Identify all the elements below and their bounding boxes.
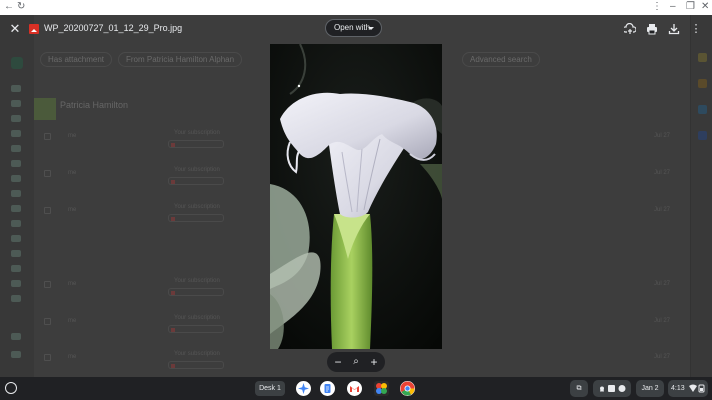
zoom-controls: − ⌕ + [327,352,385,372]
browser-title-bar: ← ↻ ⋮ – ❐ ✕ [0,0,712,15]
row-subject: Your subscription [174,204,220,210]
contacts-icon [698,131,707,140]
sidebar-icon [11,333,21,340]
checkbox [44,170,51,177]
zoom-in-button[interactable]: + [367,354,381,370]
row-date: Jul 27 [653,133,670,139]
checkbox [44,318,51,325]
row-attachment [168,361,224,369]
sidebar-icon [11,160,21,167]
filter-chip: Advanced search [462,52,540,67]
sidebar-icon [11,190,21,197]
filter-chip: From Patricia Hamilton Alphan [118,52,243,67]
sidebar-icon [11,235,21,242]
google-docs-icon[interactable] [320,381,335,396]
checkbox [44,354,51,361]
sidebar-icon [11,130,21,137]
viewer-header: ✕ WP_20200727_01_12_29_Pro.jpg Open with… [0,15,712,45]
assistant-icon[interactable] [296,381,311,396]
row-sender: me [68,281,77,287]
row-sender: me [68,170,77,176]
overview-icon[interactable]: ⧉ [570,380,588,397]
open-with-button[interactable]: Open with [325,19,382,37]
print-icon[interactable] [646,23,658,35]
sidebar-icon [11,265,21,272]
row-sender: me [68,354,77,360]
minimize-icon[interactable]: – [670,1,676,13]
row-subject: Your subscription [174,278,220,284]
back-arrow-icon[interactable]: ← [4,1,14,13]
side-panel-rail [690,15,712,377]
restore-icon[interactable]: ❐ [686,1,695,13]
chrome-icon[interactable] [400,381,415,396]
system-shelf: Desk 1 ⧉ Jan 2 4:13 [0,377,712,400]
row-date: Jul 27 [653,281,670,287]
sidebar-icon [11,85,21,92]
row-date: Jul 27 [653,354,670,360]
file-name: WP_20200727_01_12_29_Pro.jpg [44,23,183,33]
row-attachment [168,325,224,333]
checkbox [44,207,51,214]
filter-chip: Has attachment [40,52,113,67]
launcher-icon[interactable] [5,382,17,394]
add-to-drive-icon[interactable] [622,22,637,35]
more-options-icon[interactable]: ⋮ [690,23,702,35]
image-file-icon [29,24,39,34]
desk-button[interactable]: Desk 1 [255,381,285,396]
download-icon[interactable] [668,23,680,35]
gmail-icon[interactable] [347,381,362,396]
row-sender: me [68,207,77,213]
notifications-tray[interactable] [593,380,631,397]
status-tray[interactable]: 4:13 [668,380,708,397]
row-subject: Your subscription [174,167,220,173]
sidebar-icon [11,175,21,182]
open-with-label: Open with [334,23,371,32]
row-date: Jul 27 [653,170,670,176]
row-attachment [168,177,224,185]
clock: 4:13 [671,385,685,392]
row-date: Jul 27 [653,318,670,324]
row-subject: Your subscription [174,130,220,136]
row-date: Jul 27 [653,207,670,213]
keep-icon [698,79,707,88]
wifi-battery-icon [689,384,705,393]
compose-icon [11,57,23,69]
sender-name: Patricia Hamilton [60,100,129,110]
kebab-menu-icon[interactable]: ⋮ [652,1,662,13]
photos-icon[interactable] [374,381,389,396]
sidebar-icon [11,205,21,212]
row-sender: me [68,133,77,139]
row-attachment [168,140,224,148]
image-preview [270,44,442,349]
sidebar-icon [11,351,21,358]
row-attachment [168,288,224,296]
window-close-icon[interactable]: ✕ [701,1,709,13]
datura-flower-photo [270,44,442,349]
row-attachment [168,214,224,222]
row-subject: Your subscription [174,351,220,357]
reload-icon[interactable]: ↻ [17,1,25,13]
gmail-sidebar [0,15,34,377]
sidebar-icon [11,295,21,302]
row-sender: me [68,318,77,324]
row-subject: Your subscription [174,315,220,321]
chevron-down-icon [368,27,374,30]
checkbox [44,133,51,140]
sidebar-icon [11,250,21,257]
zoom-reset-icon[interactable]: ⌕ [349,354,363,370]
sidebar-icon [11,100,21,107]
zoom-out-button[interactable]: − [331,354,345,370]
sidebar-icon [11,220,21,227]
calendar-icon [698,53,707,62]
date-tray[interactable]: Jan 2 [636,380,664,397]
close-icon[interactable]: ✕ [8,22,22,36]
sidebar-icon [11,280,21,287]
sidebar-icon [11,115,21,122]
tasks-icon [698,105,707,114]
sidebar-icon [11,145,21,152]
sender-avatar [34,98,56,120]
checkbox [44,281,51,288]
